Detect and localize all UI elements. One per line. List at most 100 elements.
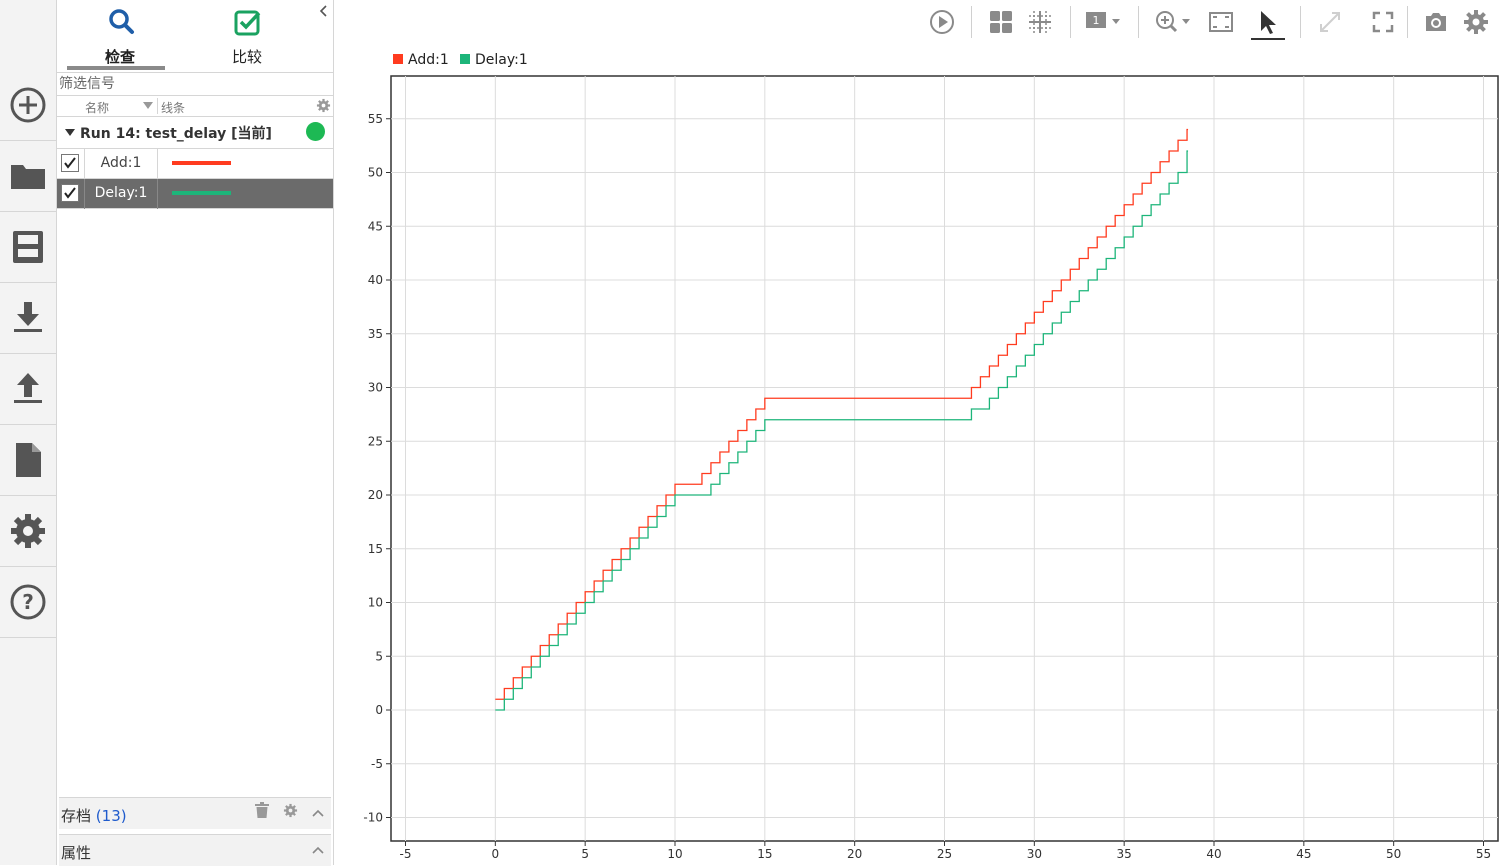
toolbar-separator [1407,6,1408,38]
add-icon [10,87,46,123]
settings-icon [1464,10,1488,34]
left-toolbar: ? [0,0,57,865]
report-button[interactable] [0,425,56,496]
document-icon [16,443,41,477]
table-settings-icon[interactable] [316,98,331,113]
grid-button[interactable] [1025,6,1055,38]
signal-row-delay[interactable]: Delay:1 [57,179,333,209]
x-tick-label: 50 [1386,847,1401,861]
export-button[interactable] [0,354,56,425]
collapse-panel-icon[interactable] [316,2,330,20]
check-icon [64,157,76,169]
y-tick-label: 15 [368,542,383,556]
column-divider [157,98,158,114]
archive-settings-icon[interactable] [283,803,298,818]
x-tick-label: 35 [1117,847,1132,861]
snapshot-button[interactable] [1421,6,1451,38]
camera-icon [1426,13,1446,31]
settings-icon [11,514,45,548]
expand-button[interactable] [1315,6,1345,38]
y-tick-label: 55 [368,112,383,126]
signal-line-swatch[interactable] [172,191,231,195]
x-tick-label: 55 [1476,847,1491,861]
tab-compare-label: 比较 [231,48,262,66]
signal-name: Add:1 [100,155,142,171]
save-icon [13,231,43,263]
x-tick-label: 20 [847,847,862,861]
sort-down-icon[interactable] [143,102,153,109]
new-session-button[interactable] [0,70,56,141]
y-tick-label: 5 [375,649,383,663]
trash-icon[interactable] [255,802,269,818]
cell-divider [157,179,158,209]
grid-lines-icon [1029,11,1051,33]
tab-inspect[interactable]: 检查 [67,0,173,70]
cell-divider [84,149,85,179]
play-icon [930,10,954,34]
layout-grid-icon [990,11,1012,33]
plot-area[interactable]: -5 0 5 10 15 20 25 30 35 40 45 50 55 -10 -5 0 5 10 15 20 25 3… [335,44,1500,865]
x-tick-label: 0 [492,847,500,861]
download-icon [14,302,42,332]
run-label: Run 14: test_delay [当前] [80,126,272,142]
signal-panel: 检查 比较 名称 线条 Run 14: test_dela [57,0,334,866]
signal-table-header: 名称 线条 [57,96,333,117]
y-tick-label: 10 [368,596,383,610]
subplot-select-button[interactable]: 1 [1083,6,1123,38]
signal-checkbox[interactable] [61,154,79,172]
y-tick-label: 45 [368,219,383,233]
signal-checkbox[interactable] [61,184,79,202]
tab-compare[interactable]: 比较 [194,0,300,70]
column-line-header: 线条 [161,101,186,115]
save-button[interactable] [0,212,56,283]
zoom-button[interactable] [1153,6,1193,38]
chevron-up-icon[interactable] [311,808,325,818]
fit-to-view-button[interactable] [1205,6,1237,38]
x-tick-label: 10 [667,847,682,861]
signal-line-swatch[interactable] [172,161,231,165]
folder-icon [11,165,45,189]
layout-button[interactable] [986,6,1016,38]
search-icon [109,9,134,34]
zoom-in-icon [1156,11,1190,33]
y-tick-label: -10 [363,811,383,825]
open-button[interactable] [0,141,56,212]
toolbar-separator [1300,6,1301,38]
x-tick-label: 30 [1027,847,1042,861]
visual-settings-button[interactable] [1461,6,1491,38]
signal-name: Delay:1 [94,185,148,201]
chevron-up-icon[interactable] [311,845,325,855]
properties-label: 属性 [61,844,92,862]
expand-caret-icon[interactable] [65,129,75,137]
cursor-button[interactable] [1251,6,1285,40]
help-icon: ? [10,584,46,620]
cursor-icon [1261,11,1276,34]
y-tick-label: 35 [368,327,383,341]
preferences-button[interactable] [0,496,56,567]
x-tick-label: -5 [400,847,412,861]
x-tick-label: 40 [1206,847,1221,861]
signal-row-add[interactable]: Add:1 [57,149,333,179]
properties-section[interactable]: 属性 [59,834,331,866]
toolbar-separator [1070,6,1071,38]
fullscreen-button[interactable] [1368,6,1398,38]
help-button[interactable]: ? [0,567,56,638]
archive-section[interactable]: 存档 (13) [59,797,331,829]
fit-to-view-icon [1209,12,1233,32]
import-button[interactable] [0,283,56,354]
x-tick-label: 25 [937,847,952,861]
y-tick-label: 25 [368,434,383,448]
x-tick-label: 5 [581,847,589,861]
replay-button[interactable] [927,6,957,38]
y-tick-label: -5 [371,757,383,771]
active-tab-indicator [67,66,165,70]
y-tick-label: 50 [368,166,383,180]
column-name-header[interactable]: 名称 [85,99,109,116]
check-icon [64,187,76,199]
toolbar-separator [1138,6,1139,38]
x-tick-label: 45 [1296,847,1311,861]
run-row[interactable]: Run 14: test_delay [当前] [57,117,333,149]
svg-text:1: 1 [1093,14,1100,27]
upload-icon [14,373,42,403]
filter-signals-input[interactable] [57,72,333,96]
